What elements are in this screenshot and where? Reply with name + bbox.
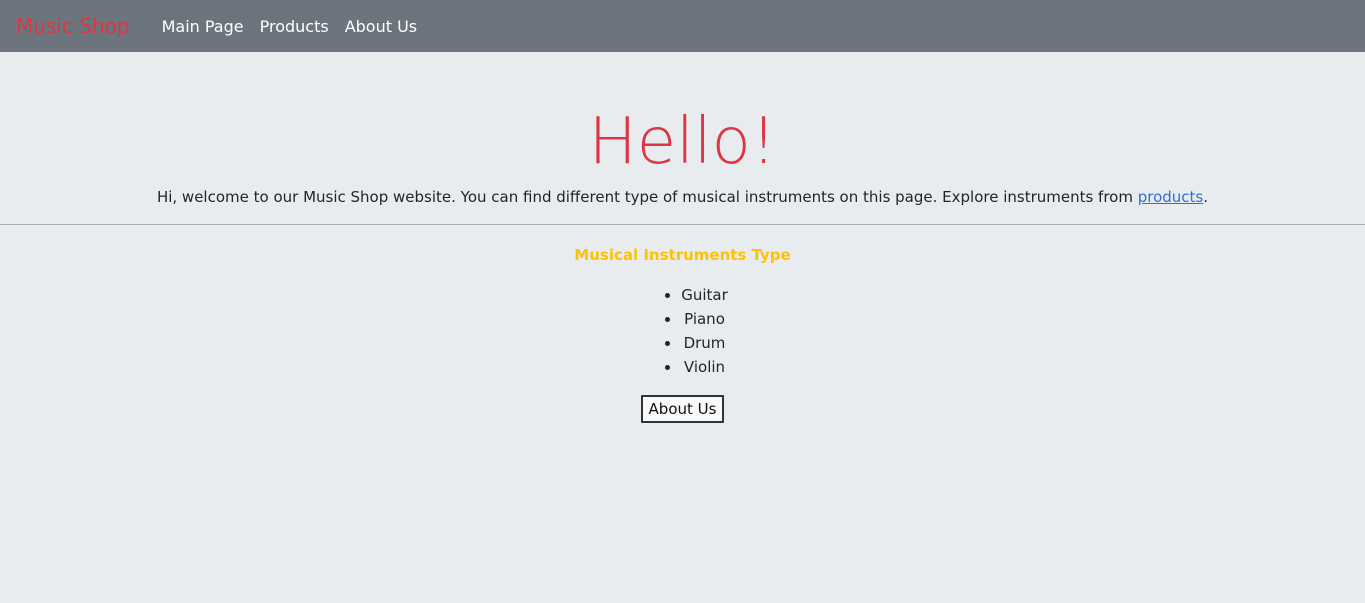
hero-text: Hi, welcome to our Music Shop website. Y… — [0, 186, 1365, 208]
button-row: About Us — [0, 379, 1365, 423]
nav-link-about-us[interactable]: About Us — [345, 17, 417, 36]
hero-title: Hello! — [588, 105, 777, 179]
instruments-section: Musical Instruments Type Guitar Piano Dr… — [0, 225, 1365, 423]
nav-link-main-page[interactable]: Main Page — [162, 17, 244, 36]
list-item-guitar: Guitar — [681, 283, 728, 307]
nav-link-products[interactable]: Products — [260, 17, 329, 36]
hero-text-end: . — [1203, 188, 1209, 206]
hero: Hello! Hi, welcome to our Music Shop web… — [0, 52, 1365, 225]
list-item-drum: Drum — [681, 331, 728, 355]
about-us-button[interactable]: About Us — [640, 395, 725, 423]
instruments-title: Musical Instruments Type — [574, 246, 791, 264]
navbar: Music Shop Main Page Products About Us — [0, 0, 1365, 52]
list-item-piano: Piano — [681, 307, 728, 331]
hero-text-body: Hi, welcome to our Music Shop website. Y… — [156, 188, 1138, 206]
list-item-violin: Violin — [681, 355, 728, 379]
nav-links: Main Page Products About Us — [162, 17, 434, 36]
products-link[interactable]: products — [1138, 188, 1204, 206]
brand-link[interactable]: Music Shop — [16, 14, 130, 38]
instruments-list: Guitar Piano Drum Violin — [637, 283, 728, 379]
